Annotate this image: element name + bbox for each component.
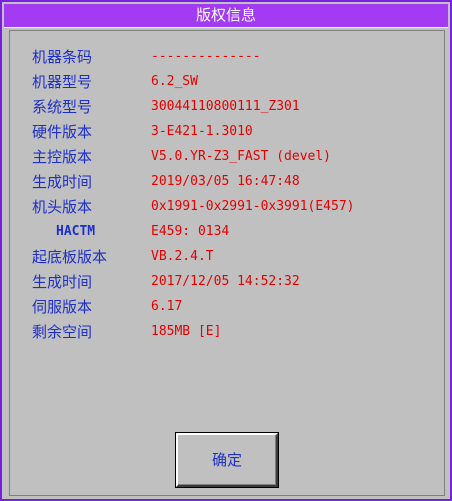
row-value: 2017/12/05 14:52:32 — [151, 274, 300, 289]
row-label: 硬件版本 — [32, 123, 93, 141]
row-label: 主控版本 — [32, 148, 93, 166]
row-value: 2019/03/05 16:47:48 — [151, 174, 300, 189]
copyright-info-dialog: 版权信息 机器条码 -------------- 机器型号 6.2_SW 系统型… — [0, 0, 452, 501]
row-value: 30044110800111_Z301 — [151, 99, 300, 114]
row-label: 机器型号 — [32, 73, 93, 91]
row-system-model: 系统型号 30044110800111_Z301 — [2, 97, 422, 117]
ok-button[interactable]: 确定 — [176, 433, 278, 487]
row-machine-model: 机器型号 6.2_SW — [2, 72, 422, 92]
row-value: 6.17 — [151, 299, 183, 314]
row-label: 起底板版本 — [32, 248, 108, 266]
row-build-time: 生成时间 2019/03/05 16:47:48 — [2, 172, 422, 192]
row-value: 3-E421-1.3010 — [151, 124, 253, 139]
row-label: 剩余空间 — [32, 323, 93, 341]
row-value: 0x1991-0x2991-0x3991(E457) — [151, 199, 355, 214]
row-value: VB.2.4.T — [151, 249, 214, 264]
row-label: HACTM — [56, 224, 96, 239]
row-servo-version: 伺服版本 6.17 — [2, 297, 422, 317]
row-main-control-version: 主控版本 V5.0.YR-Z3_FAST (devel) — [2, 147, 422, 167]
row-label: 生成时间 — [32, 173, 93, 191]
dialog-title: 版权信息 — [4, 4, 448, 28]
row-base-board-version: 起底板版本 VB.2.4.T — [2, 247, 422, 267]
row-value: -------------- — [151, 49, 261, 64]
row-value: E459: 0134 — [151, 224, 230, 239]
row-label: 系统型号 — [32, 98, 93, 116]
row-label: 伺服版本 — [32, 298, 93, 316]
row-value: V5.0.YR-Z3_FAST (devel) — [151, 149, 332, 164]
row-value: 6.2_SW — [151, 74, 198, 89]
row-hactm: HACTM E459: 0134 — [2, 222, 422, 242]
row-machine-barcode: 机器条码 -------------- — [2, 47, 422, 67]
row-build-time-2: 生成时间 2017/12/05 14:52:32 — [2, 272, 422, 292]
row-label: 机头版本 — [32, 198, 93, 216]
row-head-version: 机头版本 0x1991-0x2991-0x3991(E457) — [2, 197, 422, 217]
row-free-space: 剩余空间 185MB [E] — [2, 322, 422, 342]
row-label: 机器条码 — [32, 48, 93, 66]
row-label: 生成时间 — [32, 273, 93, 291]
row-value: 185MB [E] — [151, 324, 222, 339]
row-hardware-version: 硬件版本 3-E421-1.3010 — [2, 122, 422, 142]
